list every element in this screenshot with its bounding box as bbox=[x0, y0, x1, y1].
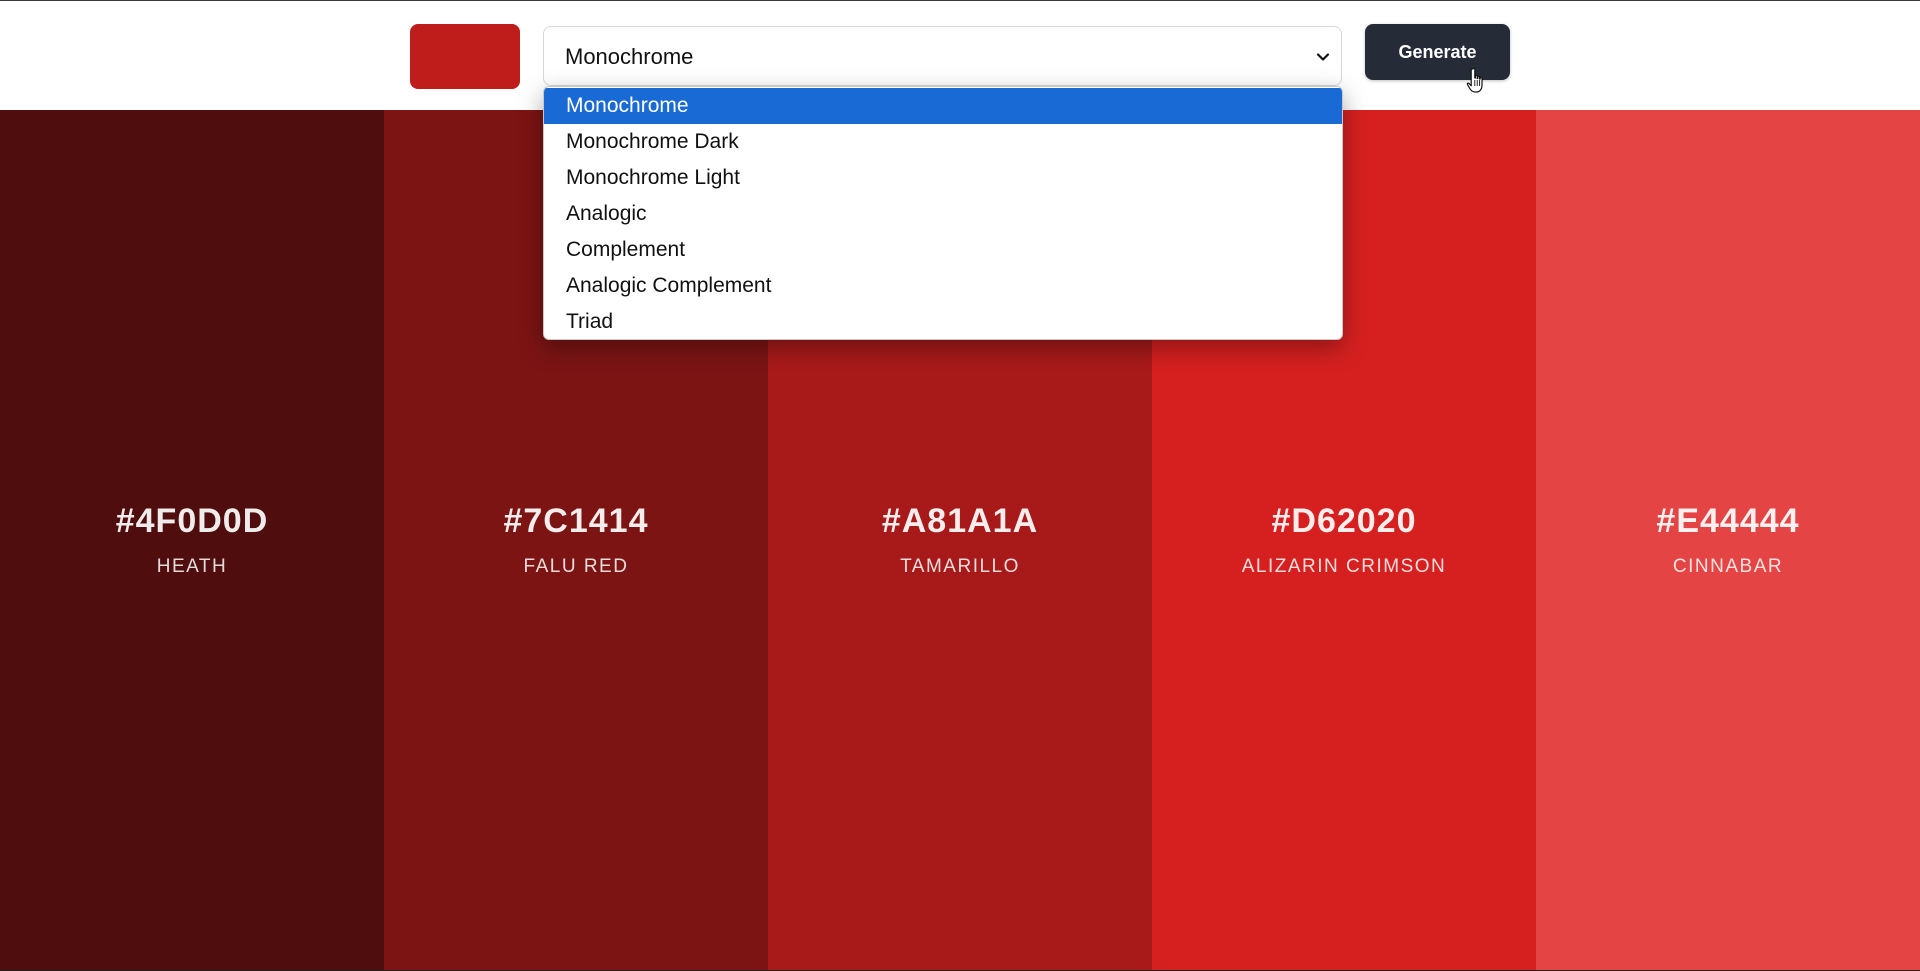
swatch-color-name: ALIZARIN CRIMSON bbox=[1241, 556, 1447, 577]
scheme-select[interactable]: Monochrome bbox=[543, 26, 1342, 86]
swatch-color-name: TAMARILLO bbox=[900, 556, 1020, 577]
hand-pointer-cursor-icon bbox=[1466, 67, 1483, 93]
color-picker[interactable] bbox=[410, 24, 520, 89]
palette-swatch[interactable]: #E44444 CINNABAR bbox=[1536, 110, 1920, 971]
swatch-hex: #4F0D0D bbox=[115, 502, 269, 540]
palette-swatch[interactable]: #4F0D0D HEATH bbox=[0, 110, 384, 971]
scheme-dropdown-list: Monochrome Monochrome Dark Monochrome Li… bbox=[543, 86, 1343, 340]
swatch-color-name: CINNABAR bbox=[1672, 556, 1784, 577]
swatch-color-name: HEATH bbox=[156, 556, 228, 577]
swatch-hex: #D62020 bbox=[1271, 502, 1417, 540]
scheme-option-complement[interactable]: Complement bbox=[544, 232, 1342, 268]
chevron-down-icon bbox=[1316, 53, 1330, 61]
generate-button[interactable]: Generate bbox=[1365, 24, 1510, 80]
scheme-option-analogic-complement[interactable]: Analogic Complement bbox=[544, 268, 1342, 304]
scheme-option-monochrome-light[interactable]: Monochrome Light bbox=[544, 160, 1342, 196]
scheme-select-value: Monochrome bbox=[565, 44, 694, 69]
swatch-hex: #A81A1A bbox=[881, 502, 1039, 540]
scheme-option-monochrome[interactable]: Monochrome bbox=[544, 88, 1342, 124]
swatch-color-name: FALU RED bbox=[523, 556, 629, 577]
scheme-option-monochrome-dark[interactable]: Monochrome Dark bbox=[544, 124, 1342, 160]
scheme-option-analogic[interactable]: Analogic bbox=[544, 196, 1342, 232]
swatch-hex: #7C1414 bbox=[503, 502, 649, 540]
swatch-hex: #E44444 bbox=[1656, 502, 1800, 540]
scheme-option-triad[interactable]: Triad bbox=[544, 304, 1342, 339]
